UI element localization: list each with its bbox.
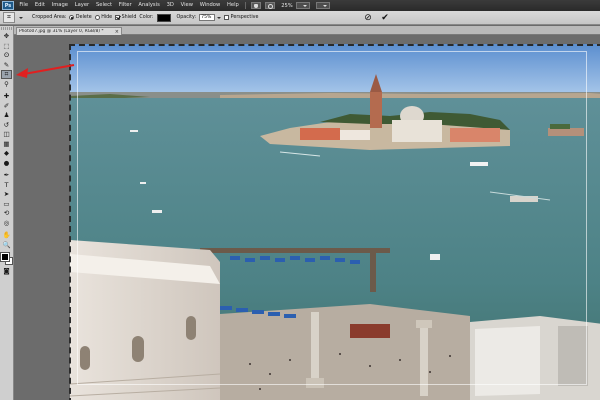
menu-help[interactable]: Help [224,0,243,11]
venice-photo[interactable] [70,44,600,400]
menu-bar: Ps File Edit Image Layer Select Filter A… [0,0,600,11]
menu-3d[interactable]: 3D [163,0,177,11]
shape-tool[interactable]: ▭ [1,200,12,209]
color-swatches[interactable] [0,252,13,265]
healing-tool[interactable]: ✚ [1,92,12,101]
document-tab[interactable]: Photo07.jpg @ 31% (Layer 0, RGB/8) * × [16,27,122,35]
menu-layer[interactable]: Layer [71,0,92,11]
eyedropper-tool[interactable]: ⚲ [1,80,12,89]
cancel-crop-icon[interactable]: ⊘ [363,13,373,23]
path-select-tool[interactable]: ➤ [1,190,12,199]
perspective-label: Perspective [230,15,259,20]
hand-icon[interactable] [251,2,262,9]
opacity-input[interactable]: 75% [199,14,216,21]
shield-checkbox[interactable] [115,15,121,20]
commit-crop-icon[interactable]: ✔ [380,13,390,23]
cropped-area-label: Cropped Area: [32,15,67,20]
menu-edit[interactable]: Edit [31,0,48,11]
move-tool[interactable]: ✥ [1,32,12,41]
menu-separator [245,2,247,9]
marquee-tool[interactable]: ⬚ [1,42,12,51]
document-tab-bar: Photo07.jpg @ 31% (Layer 0, RGB/8) * × [14,26,600,35]
zoom-icon[interactable] [265,2,276,9]
zoom-tool[interactable]: 🔍 [1,241,12,250]
menu-image[interactable]: Image [48,0,71,11]
hand-tool[interactable]: ✋ [1,231,12,240]
options-bar: ⌗ Cropped Area: Delete Hide Shield Color… [0,11,600,25]
hide-label: Hide [101,15,113,20]
dodge-tool[interactable]: ● [1,159,12,168]
shield-label: Shield [121,15,137,20]
menu-filter[interactable]: Filter [115,0,135,11]
close-tab-icon[interactable]: × [113,29,121,35]
panel-grip[interactable] [1,27,12,30]
clone-stamp-tool[interactable]: ♟ [1,111,12,120]
menu-view[interactable]: View [177,0,196,11]
menu-window[interactable]: Window [196,0,223,11]
crop-tool-preset-icon[interactable]: ⌗ [3,12,15,23]
tools-panel: ✥ ⬚ ʘ ✎ ⌗ ⚲ ✚ ✐ ♟ ↺ ◫ ▦ ◆ ● ✒ T ➤ ▭ ⟲ ◎ ✋ 🔍 ◙ [0,26,14,400]
document-tab-title: Photo07.jpg @ 31% (Layer 0, RGB/8) * [19,29,104,34]
history-brush-tool[interactable]: ↺ [1,121,12,130]
foreground-color-swatch[interactable] [0,252,10,262]
arrange-documents-dropdown[interactable] [295,2,310,9]
menu-select[interactable]: Select [93,0,116,11]
menu-file[interactable]: File [16,0,31,11]
pen-tool[interactable]: ✒ [1,171,12,180]
perspective-checkbox[interactable] [224,15,230,20]
delete-label: Delete [75,15,92,20]
menu-analysis[interactable]: Analysis [135,0,163,11]
blur-tool[interactable]: ◆ [1,149,12,158]
brush-tool[interactable]: ✐ [1,102,12,111]
zoom-level-value[interactable]: 25% [281,3,293,9]
quick-mask-icon[interactable]: ◙ [1,267,12,276]
color-label: Color: [139,15,154,20]
delete-radio[interactable] [69,15,75,20]
photoshop-logo: Ps [2,1,14,10]
red-annotation-arrow [16,64,75,78]
3d-orbit-tool[interactable]: ◎ [1,219,12,228]
hide-radio[interactable] [94,15,100,20]
opacity-dropdown-icon[interactable] [217,14,222,21]
eraser-tool[interactable]: ◫ [1,130,12,139]
3d-rotate-tool[interactable]: ⟲ [1,209,12,218]
tool-preset-dropdown[interactable] [19,12,24,23]
quick-select-tool[interactable]: ✎ [1,61,12,70]
crop-tool[interactable]: ⌗ [1,70,12,79]
screen-mode-dropdown[interactable] [315,2,330,9]
shield-color-swatch[interactable] [157,13,172,22]
canvas-area[interactable] [15,36,600,400]
lasso-tool[interactable]: ʘ [1,51,12,60]
opacity-label: Opacity: [176,15,197,20]
gradient-tool[interactable]: ▦ [1,140,12,149]
type-tool[interactable]: T [1,181,12,190]
